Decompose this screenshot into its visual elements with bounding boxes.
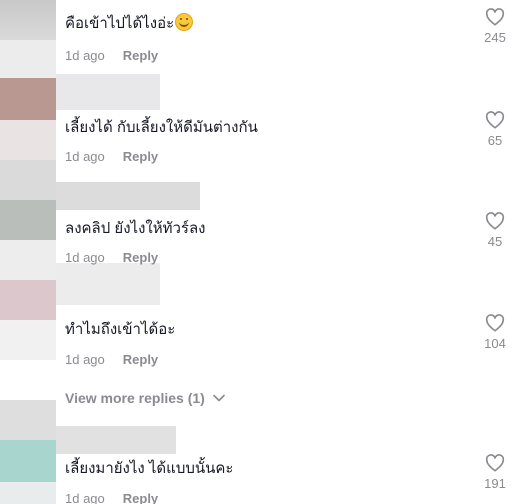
avatar-blur-3b bbox=[0, 200, 56, 240]
avatar-blur-4b bbox=[0, 320, 56, 360]
username-blur-5[interactable] bbox=[56, 426, 176, 454]
avatar-blur-3[interactable] bbox=[0, 160, 56, 200]
like-button[interactable]: 45 bbox=[475, 212, 515, 250]
comment-text: ลงคลิป ยังไงให้ทัวร์ลง bbox=[65, 220, 206, 237]
reply-button[interactable]: Reply bbox=[123, 47, 158, 65]
comment-meta: 1d ago Reply bbox=[65, 351, 158, 369]
comment-meta: 1d ago Reply bbox=[65, 249, 158, 267]
view-more-label: View more replies (1) bbox=[65, 390, 205, 406]
heart-icon bbox=[485, 111, 505, 129]
like-button[interactable]: 191 bbox=[475, 454, 515, 492]
like-count: 104 bbox=[484, 336, 506, 351]
heart-icon bbox=[485, 314, 505, 332]
timestamp: 1d ago bbox=[65, 48, 105, 63]
comment-meta: 1d ago Reply bbox=[65, 148, 158, 166]
avatar-blur-2b bbox=[0, 120, 56, 160]
comment-text: ทำไมถึงเข้าได้อะ bbox=[65, 321, 176, 338]
reply-button[interactable]: Reply bbox=[123, 351, 158, 369]
grinning-face-sweat-emoji bbox=[175, 13, 194, 31]
view-more-replies-button[interactable]: View more replies (1) bbox=[65, 389, 225, 406]
heart-icon bbox=[485, 8, 505, 26]
like-count: 65 bbox=[487, 133, 503, 148]
avatar-blur-5[interactable] bbox=[0, 400, 56, 440]
chevron-down-icon bbox=[213, 389, 225, 405]
like-count: 45 bbox=[487, 234, 503, 249]
avatar-blur-2[interactable] bbox=[0, 78, 56, 120]
avatar-blur-5c bbox=[0, 482, 56, 504]
timestamp: 1d ago bbox=[65, 149, 105, 164]
heart-icon bbox=[485, 212, 505, 230]
like-count: 245 bbox=[484, 30, 506, 45]
avatar-blur-5b bbox=[0, 440, 56, 482]
comment-text: เลี้ยงได้ กับเลี้ยงให้ดีมันต่างกัน bbox=[65, 119, 258, 136]
like-count: 191 bbox=[484, 476, 506, 491]
heart-icon bbox=[485, 454, 505, 472]
username-blur-3[interactable] bbox=[56, 182, 200, 210]
like-button[interactable]: 245 bbox=[475, 8, 515, 46]
reply-button[interactable]: Reply bbox=[123, 148, 158, 166]
avatar-blur-4[interactable] bbox=[0, 280, 56, 320]
timestamp: 1d ago bbox=[65, 250, 105, 265]
like-button[interactable]: 65 bbox=[475, 111, 515, 149]
timestamp: 1d ago bbox=[65, 491, 105, 504]
like-button[interactable]: 104 bbox=[475, 314, 515, 352]
reply-button[interactable]: Reply bbox=[123, 490, 158, 504]
username-blur-2[interactable] bbox=[56, 74, 160, 110]
username-blur-4[interactable] bbox=[56, 263, 160, 305]
comment-text: เลี้ยงมายังไง ได้แบบนั้นคะ bbox=[65, 460, 234, 477]
comment-text: คือเข้าไปได้ไงอ่ะ bbox=[65, 13, 194, 34]
reply-button[interactable]: Reply bbox=[123, 249, 158, 267]
comment-meta: 1d ago Reply bbox=[65, 490, 158, 504]
avatar-blur-1[interactable] bbox=[0, 0, 56, 40]
comment-meta: 1d ago Reply bbox=[65, 47, 158, 65]
avatar-blur-1b bbox=[0, 40, 56, 78]
timestamp: 1d ago bbox=[65, 352, 105, 367]
avatar-blur-3c bbox=[0, 240, 56, 280]
